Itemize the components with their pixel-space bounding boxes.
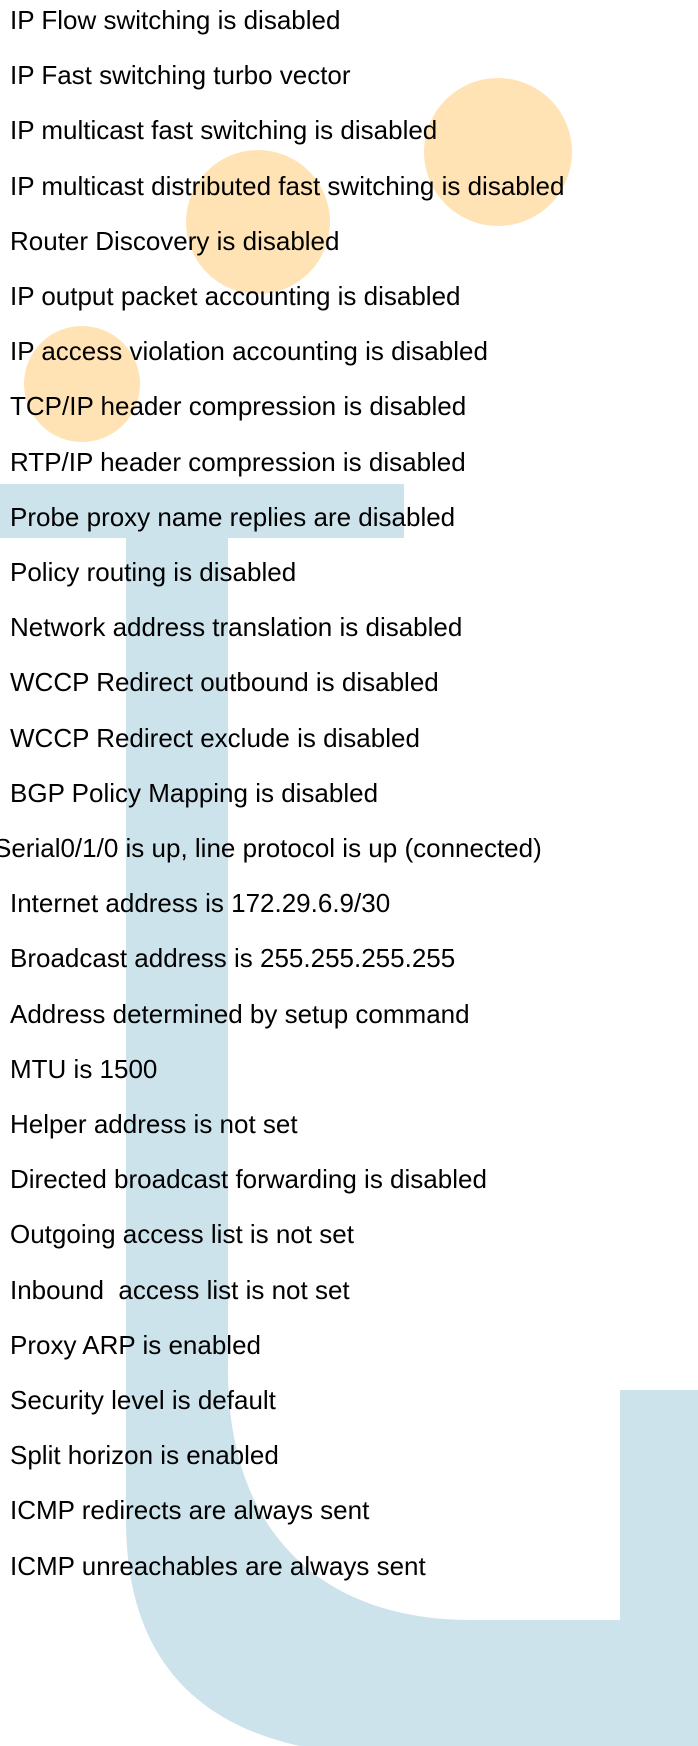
status-line: IP multicast fast switching is disabled — [10, 115, 438, 146]
status-line: Security level is default — [10, 1385, 276, 1415]
status-line: Address determined by setup command — [10, 998, 470, 1029]
interface-heading-line: Serial0/1/0 is up, line protocol is up (… — [0, 833, 542, 863]
status-line: WCCP Redirect outbound is disabled — [10, 667, 439, 698]
status-line: IP Flow switching is disabled — [10, 5, 341, 35]
status-line: BGP Policy Mapping is disabled — [10, 777, 379, 808]
status-line: Outgoing access list is not set — [10, 1219, 354, 1250]
status-line: IP multicast distributed fast switching … — [10, 170, 565, 201]
status-line: IP access violation accounting is disabl… — [10, 336, 488, 367]
status-line: Directed broadcast forwarding is disable… — [10, 1164, 487, 1195]
status-line: Inbound access list is not set — [10, 1274, 350, 1305]
status-line: IP output packet accounting is disabled — [10, 281, 461, 311]
interface-status-text: IP Flow switching is disabled IP Fast swi… — [0, 0, 698, 1746]
status-line: Broadcast address is 255.255.255.255 — [10, 943, 456, 974]
status-line: Router Discovery is disabled — [10, 225, 340, 256]
status-line: ICMP unreachables are always sent — [10, 1550, 426, 1581]
status-line: RTP/IP header compression is disabled — [10, 446, 466, 477]
status-line: Probe proxy name replies are disabled — [10, 501, 456, 532]
status-line: Network address translation is disabled — [10, 612, 463, 643]
status-line: IP Fast switching turbo vector — [10, 60, 351, 91]
status-line: ICMP redirects are always sent — [10, 1495, 370, 1526]
status-line: Proxy ARP is enabled — [10, 1329, 261, 1360]
status-line: Helper address is not set — [10, 1109, 298, 1139]
status-line: TCP/IP header compression is disabled — [10, 391, 467, 422]
status-line: Internet address is 172.29.6.9/30 — [10, 888, 391, 919]
status-line: Split horizon is enabled — [10, 1440, 279, 1471]
status-line: WCCP Redirect exclude is disabled — [10, 722, 420, 753]
status-line: Policy routing is disabled — [10, 557, 297, 587]
status-line: MTU is 1500 — [10, 1053, 158, 1084]
